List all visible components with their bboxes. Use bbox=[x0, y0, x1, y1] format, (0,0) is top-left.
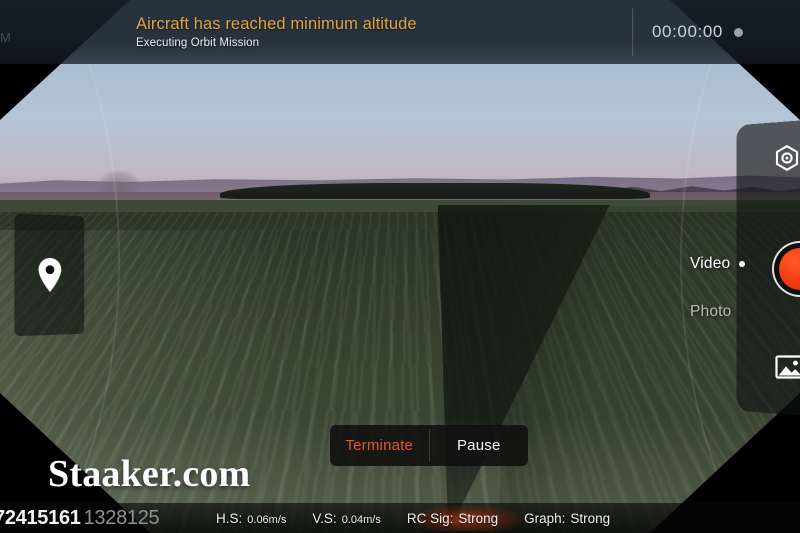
map-pin-icon[interactable] bbox=[37, 257, 62, 293]
banner-divider bbox=[632, 8, 633, 56]
corner-label: M bbox=[0, 30, 11, 45]
watermark: Staaker.com bbox=[48, 453, 251, 495]
camera-aperture-hex-icon[interactable] bbox=[773, 144, 800, 172]
telemetry-bar: 72415161 1328125 H.S: 0.06m/s V.S: 0.04m… bbox=[0, 503, 800, 533]
terminate-button[interactable]: Terminate bbox=[330, 425, 429, 466]
rc-sig-label: RC Sig: bbox=[406, 510, 454, 526]
alert-text-group: Aircraft has reached minimum altitude Ex… bbox=[136, 15, 417, 50]
record-button-icon bbox=[779, 248, 800, 290]
vs-label: V.S: bbox=[312, 510, 337, 526]
mode-video[interactable]: Video bbox=[690, 255, 746, 273]
serial-number: 72415161 1328125 bbox=[0, 507, 160, 530]
gallery-button[interactable] bbox=[771, 350, 800, 384]
rc-sig-value: Strong bbox=[458, 510, 499, 526]
hs-label: H.S: bbox=[216, 510, 243, 526]
graph-value: Strong bbox=[570, 510, 611, 526]
pause-button[interactable]: Pause bbox=[430, 425, 529, 466]
mode-photo[interactable]: Photo bbox=[690, 303, 732, 321]
telemetry-item-graph: Graph: Strong bbox=[524, 511, 610, 526]
drone-controller-screen: M Aircraft has reached minimum altitude … bbox=[0, 0, 800, 533]
serial-number-dim: 1328125 bbox=[83, 507, 160, 529]
mode-video-label: Video bbox=[690, 255, 731, 272]
alert-title: Aircraft has reached minimum altitude bbox=[136, 14, 417, 33]
flight-timer: 00:00:00 bbox=[652, 22, 723, 41]
flight-timer-group: 00:00:00 bbox=[652, 0, 743, 64]
mode-active-dot-icon bbox=[739, 261, 746, 267]
mission-action-bar: Terminate Pause bbox=[330, 425, 528, 466]
hs-value: 0.06m/s bbox=[247, 513, 287, 526]
telemetry-item-vertical-speed: V.S: 0.04m/s bbox=[312, 511, 380, 526]
tree-line-center bbox=[220, 183, 650, 199]
camera-settings-button[interactable] bbox=[770, 141, 800, 175]
telemetry-readouts: H.S: 0.06m/s V.S: 0.04m/s RC Sig: Strong… bbox=[216, 503, 636, 533]
gallery-image-icon[interactable] bbox=[775, 354, 800, 380]
telemetry-item-rc-signal: RC Sig: Strong bbox=[407, 511, 498, 526]
map-pin-panel[interactable] bbox=[14, 213, 85, 337]
alert-subtitle: Executing Orbit Mission bbox=[136, 37, 260, 50]
telemetry-item-horizontal-speed: H.S: 0.06m/s bbox=[216, 511, 286, 526]
serial-number-bright: 72415161 bbox=[0, 507, 81, 529]
mode-photo-label: Photo bbox=[690, 303, 732, 320]
record-dot-icon bbox=[733, 27, 743, 37]
vs-value: 0.04m/s bbox=[341, 513, 381, 526]
top-alert-banner: M Aircraft has reached minimum altitude … bbox=[0, 0, 800, 64]
graph-label: Graph: bbox=[524, 510, 566, 526]
